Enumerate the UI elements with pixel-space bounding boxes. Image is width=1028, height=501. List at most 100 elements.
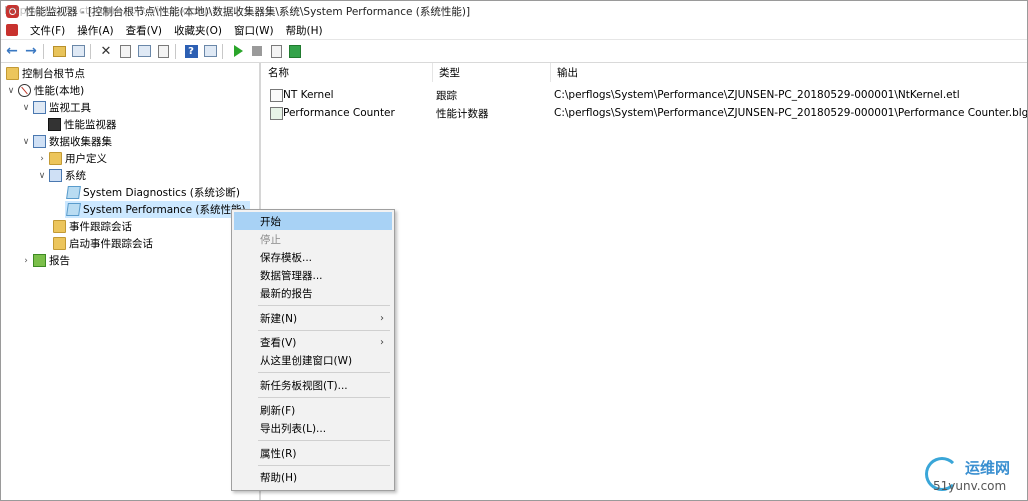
column-header-label: 类型 [439, 67, 460, 79]
ctx-label: 新任务板视图(T)... [260, 379, 348, 392]
collapse-chevron-icon[interactable]: ∨ [21, 103, 31, 113]
system-menu-icon[interactable] [6, 24, 18, 36]
ctx-help[interactable]: 帮助(H) [234, 468, 392, 486]
menu-favorites[interactable]: 收藏夹(O) [168, 23, 228, 38]
collapse-chevron-icon[interactable]: ∨ [21, 137, 31, 147]
ctx-new[interactable]: 新建(N) › [234, 309, 392, 327]
ctx-new-window-from-here[interactable]: 从这里创建窗口(W) [234, 351, 392, 369]
menu-view[interactable]: 查看(V) [120, 23, 168, 38]
submenu-chevron-icon: › [380, 312, 384, 324]
refresh-icon[interactable] [136, 43, 152, 59]
delete-icon[interactable]: ✕ [98, 43, 114, 59]
ctx-label: 新建(N) [260, 312, 298, 325]
properties-icon[interactable] [117, 43, 133, 59]
menu-action[interactable]: 操作(A) [71, 23, 119, 38]
show-action-pane-icon[interactable] [202, 43, 218, 59]
forward-arrow-icon[interactable]: → [23, 43, 39, 59]
tree-item-event-trace-sessions[interactable]: 事件跟踪会话 [51, 218, 132, 235]
table-row[interactable]: NT Kernel 跟踪 C:\perflogs\System\Performa… [262, 86, 1022, 104]
ctx-label: 导出列表(L)... [260, 422, 327, 435]
export-list-icon[interactable] [155, 43, 171, 59]
start-play-icon[interactable] [230, 43, 246, 59]
collapse-chevron-icon[interactable]: ∨ [6, 86, 16, 96]
tree-root-label: 控制台根节点 [22, 68, 85, 80]
show-hide-tree-icon[interactable] [70, 43, 86, 59]
data-collector-set-icon [66, 203, 81, 216]
submenu-chevron-icon: › [380, 336, 384, 348]
ctx-refresh[interactable]: 刷新(F) [234, 401, 392, 419]
ctx-separator [258, 440, 390, 441]
tree-item-label: 数据收集器集 [49, 136, 112, 148]
watermark-url: http://blog.51cto.com/xxxx/index.php [4, 4, 211, 17]
menu-file[interactable]: 文件(F) [24, 23, 71, 38]
ctx-start[interactable]: 开始 [234, 212, 392, 230]
tree-item-monitoring-tools[interactable]: ∨ 监视工具 [21, 99, 91, 116]
tree-item-label: 启动事件跟踪会话 [69, 238, 153, 250]
tree-item-label: 性能监视器 [64, 119, 117, 131]
tree-item-label: 报告 [49, 255, 70, 267]
ctx-separator [258, 465, 390, 466]
trace-document-icon [270, 88, 283, 102]
tree-item-performance-monitor[interactable]: 性能监视器 [46, 116, 117, 133]
column-header-type[interactable]: 类型 [433, 63, 551, 82]
stop-icon[interactable] [249, 43, 265, 59]
ctx-separator [258, 397, 390, 398]
tree-item-label: 事件跟踪会话 [69, 221, 132, 233]
tree-item-performance[interactable]: ∨ 性能(本地) [6, 82, 84, 99]
ctx-latest-report[interactable]: 最新的报告 [234, 284, 392, 302]
back-arrow-icon[interactable]: ← [4, 43, 20, 59]
ctx-data-manager[interactable]: 数据管理器... [234, 266, 392, 284]
latest-report-icon[interactable] [287, 43, 303, 59]
menu-window[interactable]: 窗口(W) [228, 23, 280, 38]
data-collector-set-icon [66, 186, 81, 199]
performance-icon [18, 84, 31, 97]
collapse-chevron-icon[interactable]: ∨ [37, 171, 47, 181]
console-tree: 控制台根节点 ∨ 性能(本地) ∨ 监视工具 性能监视器 ∨ 数据收集器集 › … [1, 63, 261, 500]
ctx-label: 查看(V) [260, 336, 297, 349]
column-header-name[interactable]: 名称 [262, 63, 433, 82]
row-output: C:\perflogs\System\Performance\ZJUNSEN-P… [554, 89, 960, 101]
tree-item-startup-event-trace-sessions[interactable]: 启动事件跟踪会话 [51, 235, 153, 252]
ctx-label: 最新的报告 [260, 287, 313, 300]
tree-item-label: System Performance (系统性能) [83, 204, 246, 216]
tree-item-user-defined[interactable]: › 用户定义 [37, 150, 107, 167]
help-icon[interactable]: ? [183, 43, 199, 59]
menu-help[interactable]: 帮助(H) [280, 23, 329, 38]
tree-item-system-diagnostics[interactable]: System Diagnostics (系统诊断) [65, 184, 240, 201]
toolbar-separator [43, 43, 44, 59]
row-name: NT Kernel [283, 89, 334, 101]
column-header-label: 输出 [557, 67, 578, 79]
tree-item-reports[interactable]: › 报告 [21, 252, 70, 269]
ctx-label: 保存模板... [260, 251, 313, 264]
ctx-new-taskpad-view[interactable]: 新任务板视图(T)... [234, 376, 392, 394]
ctx-export-list[interactable]: 导出列表(L)... [234, 419, 392, 437]
ctx-label: 属性(R) [260, 447, 297, 460]
ctx-view[interactable]: 查看(V) › [234, 333, 392, 351]
folder-icon [6, 67, 19, 80]
ctx-save-template[interactable]: 保存模板... [234, 248, 392, 266]
data-collector-sets-icon [33, 135, 46, 148]
tree-item-system[interactable]: ∨ 系统 [37, 167, 86, 184]
up-folder-icon[interactable] [51, 43, 67, 59]
tree-item-label: 系统 [65, 170, 86, 182]
table-row[interactable]: Performance Counter 性能计数器 C:\perflogs\Sy… [262, 104, 1027, 122]
expand-chevron-icon[interactable]: › [21, 256, 31, 266]
tree-item-data-collector-sets[interactable]: ∨ 数据收集器集 [21, 133, 112, 150]
ctx-label: 开始 [260, 215, 281, 228]
monitoring-tools-icon [33, 101, 46, 114]
tree-item-system-performance[interactable]: System Performance (系统性能) [65, 201, 250, 218]
tree-item-label: 用户定义 [65, 153, 107, 165]
tree-item-label: 性能(本地) [34, 85, 85, 97]
report-doc-icon[interactable] [268, 43, 284, 59]
ctx-properties[interactable]: 属性(R) [234, 444, 392, 462]
expand-chevron-icon[interactable]: › [37, 154, 47, 164]
toolbar-separator [175, 43, 176, 59]
system-folder-icon [49, 169, 62, 182]
ctx-label: 数据管理器... [260, 269, 323, 282]
folder-icon [53, 220, 66, 233]
column-header-output[interactable]: 输出 [551, 63, 1027, 82]
ctx-separator [258, 305, 390, 306]
tree-root[interactable]: 控制台根节点 [4, 65, 85, 82]
performance-counter-icon [270, 106, 283, 120]
context-menu: 开始 停止 保存模板... 数据管理器... 最新的报告 新建(N) › 查看(V… [231, 209, 395, 491]
